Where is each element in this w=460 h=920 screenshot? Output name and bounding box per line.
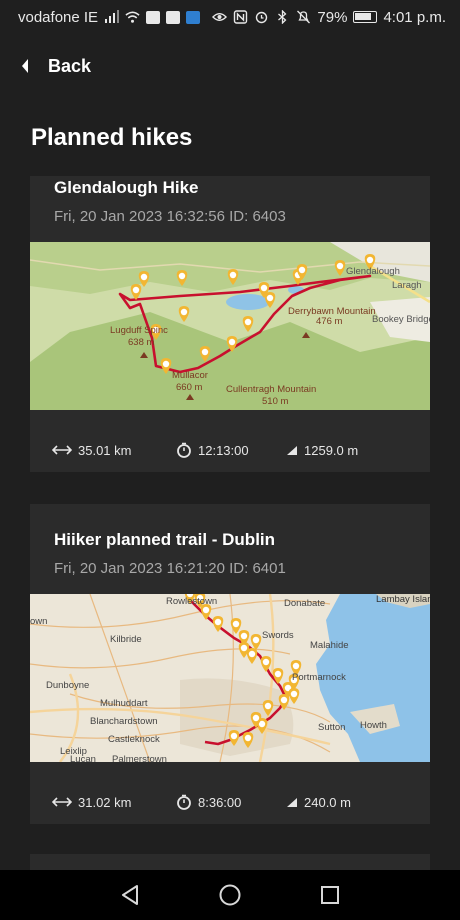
nav-recents-icon xyxy=(321,886,339,904)
duration-value: 8:36:00 xyxy=(198,794,242,810)
map-label: Portmarnock xyxy=(292,672,346,683)
stopwatch-icon xyxy=(177,442,191,458)
map-label: Laragh xyxy=(392,280,422,291)
map-label: Cullentragh Mountain xyxy=(226,384,316,395)
back-label: Back xyxy=(48,55,92,76)
battery-icon xyxy=(353,11,378,23)
wifi-icon xyxy=(125,11,140,23)
map-label: Kilbride xyxy=(110,634,142,645)
map-label: 510 m xyxy=(262,396,288,407)
nav-home-button[interactable] xyxy=(210,875,250,915)
bluetooth-icon xyxy=(278,10,287,24)
back-button[interactable]: Back xyxy=(20,52,91,80)
page-title: Planned hikes xyxy=(31,124,193,151)
duration-stat: 8:36:00 xyxy=(176,794,286,810)
distance-icon xyxy=(52,797,72,807)
linkedin-icon xyxy=(166,10,181,24)
map-label: Lugduff Spinc xyxy=(110,325,168,336)
map-label: Lambay Island xyxy=(376,594,430,605)
elevation-stat: 240.0 m xyxy=(286,795,351,810)
hike-card[interactable]: Glendalough Hike Fri, 20 Jan 2023 16:32:… xyxy=(30,176,430,472)
eye-icon xyxy=(212,13,228,21)
map-label: Mulhuddart xyxy=(100,698,148,709)
map-label: own xyxy=(30,616,47,627)
nav-home-icon xyxy=(219,884,241,906)
map-label: Mullacor xyxy=(172,370,208,381)
hike-card[interactable]: Hiiker planned trail - Dublin Fri, 20 Ja… xyxy=(30,504,430,824)
hike-meta: Fri, 20 Jan 2023 16:21:20 ID: 6401 xyxy=(54,560,286,577)
route-map[interactable]: Rowlestown Donabate Lambay Island own Sw… xyxy=(30,594,430,762)
route-map[interactable]: Glendalough Laragh Derrybawn Mountain 47… xyxy=(30,242,430,410)
system-nav-bar xyxy=(0,870,460,920)
nav-back-icon xyxy=(122,885,138,905)
map-label: Rowlestown xyxy=(166,596,217,607)
nav-back-button[interactable] xyxy=(110,875,150,915)
map-label: 660 m xyxy=(176,382,202,393)
map-label: 476 m xyxy=(316,316,342,327)
elevation-value: 1259.0 m xyxy=(304,442,359,458)
app-notification-icon xyxy=(146,10,161,24)
distance-value: 31.02 km xyxy=(78,794,132,810)
distance-value: 35.01 km xyxy=(78,442,132,458)
nav-recents-button[interactable] xyxy=(310,875,350,915)
alarm-icon xyxy=(256,11,268,24)
distance-stat: 31.02 km xyxy=(52,795,176,810)
chevron-left-icon xyxy=(22,59,28,73)
elevation-icon xyxy=(287,445,297,455)
signal-icon xyxy=(105,10,120,23)
map-label: Malahide xyxy=(310,640,349,651)
map-label: Bookey Bridge xyxy=(372,314,430,325)
hike-card[interactable] xyxy=(30,854,430,870)
battery-percent: 79% xyxy=(317,8,348,26)
hike-meta: Fri, 20 Jan 2023 16:32:56 ID: 6403 xyxy=(54,208,286,225)
mute-icon xyxy=(297,10,311,24)
status-bar: vodafone IE 79% 4:01 p.m. xyxy=(0,0,460,34)
duration-stat: 12:13:00 xyxy=(176,442,286,458)
hike-title: Hiiker planned trail - Dublin xyxy=(54,530,276,549)
elevation-stat: 1259.0 m xyxy=(286,443,358,458)
map-label: Donabate xyxy=(284,598,325,609)
map-label: Glendalough xyxy=(346,266,400,277)
map-label: Dunboyne xyxy=(46,680,89,691)
map-label: Swords xyxy=(262,630,294,641)
hike-list[interactable]: Glendalough Hike Fri, 20 Jan 2023 16:32:… xyxy=(0,176,460,870)
elevation-icon xyxy=(287,797,297,807)
stopwatch-icon xyxy=(177,794,191,810)
hike-stats: 31.02 km 8:36:00 240.0 m xyxy=(52,794,351,810)
map-label: Howth xyxy=(360,720,387,731)
hike-title: Glendalough Hike xyxy=(54,178,199,197)
carrier-name: vodafone IE xyxy=(18,8,99,26)
map-label: Blanchardstown xyxy=(90,716,158,727)
shield-icon xyxy=(186,10,201,24)
map-label: Castleknock xyxy=(108,734,160,745)
duration-value: 12:13:00 xyxy=(198,442,249,458)
map-label: Palmerstown xyxy=(112,754,167,762)
hike-stats: 35.01 km 12:13:00 1259.0 m xyxy=(52,442,358,458)
map-label: Sutton xyxy=(318,722,345,733)
distance-icon xyxy=(52,445,72,455)
map-label: Lucan xyxy=(70,754,96,762)
nfc-icon xyxy=(234,10,248,24)
clock: 4:01 p.m. xyxy=(383,8,446,26)
elevation-value: 240.0 m xyxy=(304,794,351,810)
distance-stat: 35.01 km xyxy=(52,443,176,458)
map-label: 638 m xyxy=(128,337,154,348)
